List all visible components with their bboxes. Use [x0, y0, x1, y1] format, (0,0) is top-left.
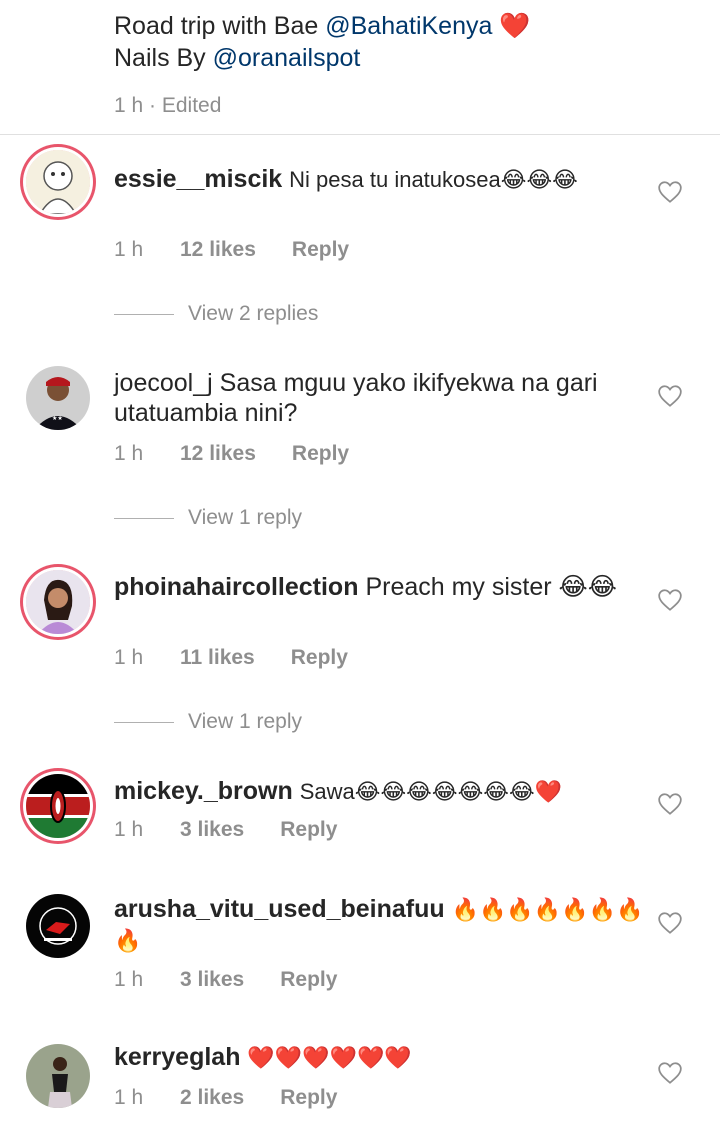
reply-button[interactable]: Reply [280, 818, 337, 842]
avatar[interactable] [26, 1044, 90, 1108]
comment-body: joecool_j Sasa mguu yako ikifyekwa na ga… [114, 368, 644, 428]
comment-username[interactable]: phoinahaircollection [114, 573, 358, 601]
avatar-image [26, 894, 90, 958]
caption-meta: 1 h · Edited [114, 94, 222, 117]
comment-meta: 1 h 3 likes Reply [114, 818, 337, 842]
comment-meta: 1 h 12 likes Reply [114, 442, 349, 466]
comment-time: 1 h [114, 968, 144, 991]
replies-line [114, 313, 174, 315]
reply-button[interactable]: Reply [292, 442, 349, 466]
reply-button[interactable]: Reply [280, 1086, 337, 1110]
comment-likes[interactable]: 12 likes [180, 238, 256, 262]
avatar[interactable] [26, 570, 90, 634]
comment-meta: 1 h 2 likes Reply [114, 1086, 337, 1110]
comment-body: arusha_vitu_used_beinafuu 🔥🔥🔥🔥🔥🔥🔥🔥 [114, 894, 644, 956]
heart-outline-icon[interactable] [657, 791, 683, 817]
comment-likes[interactable]: 11 likes [180, 646, 255, 670]
comment-time: 1 h [114, 646, 144, 669]
comment-likes[interactable]: 2 likes [180, 1086, 244, 1110]
comment-username[interactable]: joecool_j [114, 369, 213, 397]
comment-time: 1 h [114, 238, 144, 261]
avatar[interactable] [26, 894, 90, 958]
heart-emoji: ❤️ [499, 12, 531, 40]
comment-time: 1 h [114, 442, 144, 465]
comment-username[interactable]: arusha_vitu_used_beinafuu [114, 895, 445, 923]
comment-body: kerryeglah ❤️❤️❤️❤️❤️❤️ [114, 1042, 644, 1073]
caption-line-1: Road trip with Bae @BahatiKenya ❤️ [114, 10, 694, 42]
reply-button[interactable]: Reply [292, 238, 349, 262]
replies-line [114, 721, 174, 723]
avatar[interactable]: ★★ [26, 366, 90, 430]
heart-outline-icon[interactable] [657, 1060, 683, 1086]
comment-likes[interactable]: 3 likes [180, 968, 244, 992]
comment-username[interactable]: kerryeglah [114, 1043, 240, 1071]
comment-body: phoinahaircollection Preach my sister 😂😂 [114, 572, 644, 602]
comment-likes[interactable]: 12 likes [180, 442, 256, 466]
view-replies-button[interactable]: View 1 reply [114, 710, 302, 734]
avatar-image [26, 570, 90, 634]
comment-text: ❤️❤️❤️❤️❤️❤️ [247, 1045, 412, 1070]
reply-button[interactable]: Reply [291, 646, 348, 670]
mention-link[interactable]: @BahatiKenya [325, 12, 492, 40]
view-replies-button[interactable]: View 1 reply [114, 506, 302, 530]
mention-link[interactable]: @oranailspot [213, 44, 361, 72]
caption-text: Road trip with Bae [114, 12, 319, 40]
avatar-image [26, 774, 90, 838]
avatar[interactable] [26, 150, 90, 214]
view-replies-label: View 1 reply [188, 506, 303, 529]
avatar-image: ★★ [26, 366, 90, 430]
comment-text: Ni pesa tu inatukosea😂😂😂 [289, 167, 578, 192]
svg-text:★★: ★★ [52, 415, 63, 422]
comment-username[interactable]: mickey._brown [114, 777, 293, 805]
caption-line-2: Nails By @oranailspot [114, 42, 694, 74]
comment-body: essie__miscik Ni pesa tu inatukosea😂😂😂 [114, 164, 644, 195]
comment-time: 1 h [114, 818, 144, 841]
post-caption: Road trip with Bae @BahatiKenya ❤️ Nails… [114, 10, 694, 118]
comment-text: Sawa😂😂😂😂😂😂😂❤️ [299, 779, 563, 804]
view-replies-label: View 1 reply [188, 710, 303, 733]
comment-text: Preach my sister 😂😂 [365, 573, 617, 601]
heart-outline-icon[interactable] [657, 910, 683, 936]
caption-text: Nails By [114, 44, 206, 72]
heart-outline-icon[interactable] [657, 587, 683, 613]
view-replies-button[interactable]: View 2 replies [114, 302, 318, 326]
heart-outline-icon[interactable] [657, 383, 683, 409]
avatar[interactable] [26, 774, 90, 838]
heart-outline-icon[interactable] [657, 179, 683, 205]
divider [0, 134, 720, 135]
reply-button[interactable]: Reply [280, 968, 337, 992]
comment-username[interactable]: essie__miscik [114, 165, 282, 193]
comment-body: mickey._brown Sawa😂😂😂😂😂😂😂❤️ [114, 776, 644, 807]
comment-likes[interactable]: 3 likes [180, 818, 244, 842]
comment-meta: 1 h 12 likes Reply [114, 238, 349, 262]
avatar-image [26, 1044, 90, 1108]
avatar-image [26, 150, 90, 214]
comment-time: 1 h [114, 1086, 144, 1109]
view-replies-label: View 2 replies [188, 302, 319, 325]
comment-meta: 1 h 11 likes Reply [114, 646, 348, 670]
replies-line [114, 517, 174, 519]
comment-meta: 1 h 3 likes Reply [114, 968, 337, 992]
